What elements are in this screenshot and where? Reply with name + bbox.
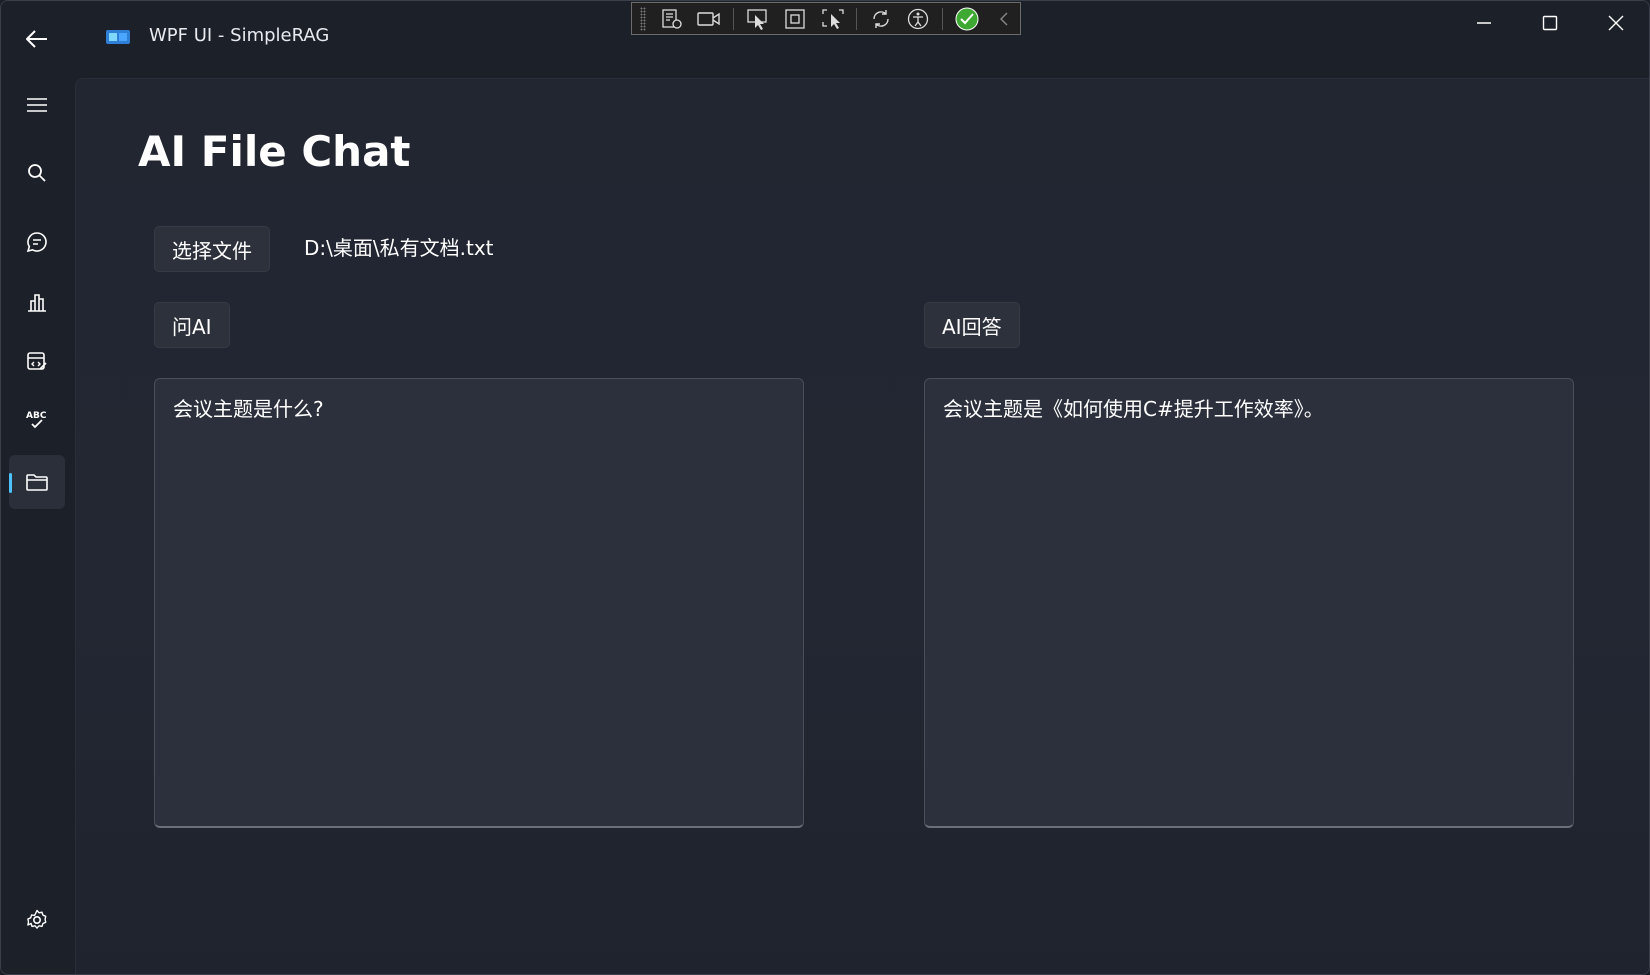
minimize-icon: [1477, 22, 1491, 24]
check-circle-icon: [955, 7, 979, 30]
app-logo-icon: [106, 30, 130, 44]
search-icon: [28, 164, 46, 182]
select-cursor-icon: [746, 8, 767, 30]
adorner-icon: [785, 8, 805, 29]
status-button[interactable]: [951, 5, 982, 33]
spellcheck-icon: ABC: [26, 411, 47, 429]
window-title: WPF UI - SimpleRAG: [149, 25, 330, 46]
window-controls: [1451, 1, 1649, 45]
toolbar-separator: [942, 7, 944, 30]
answer-textbox[interactable]: 会议主题是《如何使用C#提升工作效率》。: [924, 378, 1574, 828]
live-tree-button[interactable]: [656, 5, 687, 33]
accessibility-icon: [908, 8, 929, 29]
chart-icon: [28, 294, 46, 312]
nav-item-spellcheck[interactable]: ABC: [9, 393, 65, 447]
select-file-button[interactable]: 选择文件: [154, 226, 270, 272]
menu-icon: [27, 98, 47, 112]
ask-ai-button[interactable]: 问AI: [154, 302, 230, 348]
nav-menu-toggle[interactable]: [9, 78, 65, 132]
close-icon: [1608, 15, 1624, 31]
select-element-button[interactable]: [742, 5, 773, 33]
accessibility-button[interactable]: [903, 5, 934, 33]
nav-item-chart[interactable]: [9, 275, 65, 329]
close-button[interactable]: [1583, 1, 1649, 45]
display-adorners-button[interactable]: [779, 5, 810, 33]
svg-text:ABC: ABC: [26, 411, 47, 421]
minimize-button[interactable]: [1451, 1, 1517, 45]
nav-item-files[interactable]: [9, 455, 65, 509]
nav-item-chat[interactable]: [9, 215, 65, 269]
page-title: AI File Chat: [138, 127, 411, 176]
chevron-left-icon: [1000, 12, 1008, 25]
track-focus-icon: [821, 8, 844, 29]
maximize-icon: [1542, 15, 1558, 31]
toolbar-grip[interactable]: [640, 6, 646, 31]
file-path-label: D:\桌面\私有文档.txt: [304, 236, 494, 260]
folder-icon: [26, 474, 48, 491]
back-button[interactable]: [19, 23, 55, 55]
main-content: AI File Chat 选择文件 D:\桌面\私有文档.txt 问AI AI回…: [75, 78, 1649, 974]
video-camera-icon: [697, 11, 720, 26]
live-tree-icon: [661, 8, 682, 29]
chat-icon: [26, 232, 47, 253]
ai-answer-button[interactable]: AI回答: [924, 302, 1020, 348]
settings-icon: [27, 909, 47, 929]
track-focus-button[interactable]: [817, 5, 848, 33]
record-button[interactable]: [693, 5, 724, 33]
hot-reload-icon: [873, 9, 889, 28]
code-icon: [27, 352, 47, 370]
arrow-left-icon: [26, 30, 47, 48]
navigation-rail: ABC: [1, 73, 75, 974]
toolbar-separator: [732, 7, 734, 30]
maximize-button[interactable]: [1517, 1, 1583, 45]
nav-item-code[interactable]: [9, 335, 65, 389]
nav-item-settings[interactable]: [9, 893, 65, 947]
xaml-debug-toolbar: [631, 2, 1021, 35]
question-textbox[interactable]: 会议主题是什么?: [154, 378, 804, 828]
app-window: WPF UI - SimpleRAG ABC AI File Chat 选择文件…: [0, 0, 1650, 975]
nav-item-search[interactable]: [9, 146, 65, 200]
collapse-toolbar-button[interactable]: [989, 5, 1020, 33]
hot-reload-button[interactable]: [865, 5, 896, 33]
toolbar-separator: [856, 7, 858, 30]
